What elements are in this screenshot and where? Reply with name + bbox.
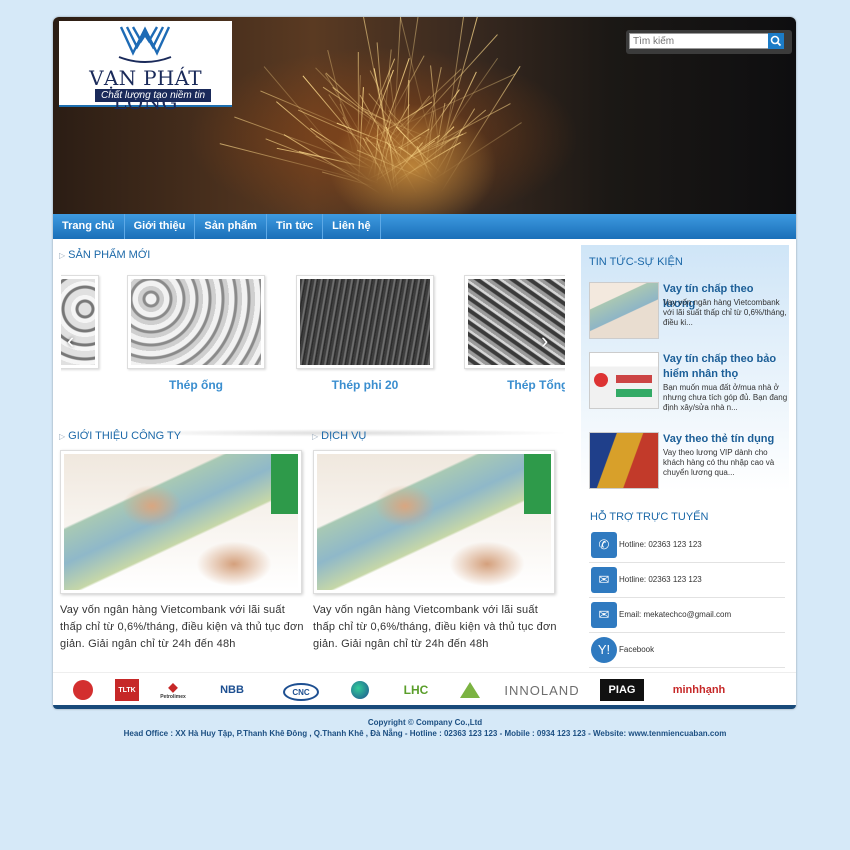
product-image [468,279,565,365]
news-item[interactable]: Vay tín chấp theo lương Vay vốn ngân hàn… [589,282,789,342]
partner-mark-icon [73,680,93,700]
logo[interactable]: VẠN PHÁT LONG Chất lượng tạo niềm tin [59,21,232,114]
partner-logo[interactable] [349,679,371,701]
main-nav: Trang chủ Giới thiệu Sản phẩm Tin tức Li… [53,214,796,239]
partner-logo[interactable]: LHC [393,679,439,701]
product-label[interactable]: ng [61,378,105,392]
news-title[interactable]: Vay tín chấp theo bảo hiểm nhân thọ [663,352,788,382]
product-card[interactable] [61,275,99,369]
phone-icon: ✆ [591,532,617,558]
partner-logo[interactable]: PIAG [600,679,644,701]
partner-logos: TLTK ◆ Petrolimex NBB CNC LHC INNOLAND P… [53,672,796,707]
flame-icon: ◆ [168,680,178,694]
news-thumbnail [589,282,659,339]
product-slider: ng Thép ống Thép phi 20 Thép Tổng Hợ ‹ › [61,272,565,397]
search-icon [770,35,782,47]
partner-logo[interactable]: ◆ Petrolimex [159,679,187,701]
search-input[interactable] [629,33,771,49]
nav-item-news[interactable]: Tin tức [267,214,324,239]
news-title[interactable]: Vay theo thẻ tín dụng [663,432,788,447]
partner-logo[interactable]: TLTK [115,679,139,701]
partner-logo[interactable]: CNC [283,683,319,701]
partner-logo[interactable]: NBB [207,679,257,701]
news-item[interactable]: Vay theo thẻ tín dụng Vay theo lương VIP… [589,432,789,492]
footer-address: Head Office : XX Hà Huy Tập, P.Thanh Khê… [123,729,727,738]
partner-logo[interactable]: INNOLAND [501,679,583,701]
support-item[interactable]: ✆ Hotline: 02363 123 123 [589,529,785,563]
footer: Copyright © Company Co.,Ltd Head Office … [0,717,850,739]
services-image[interactable] [313,450,555,594]
money-photo [64,454,298,590]
footer-copyright: Copyright © Company Co.,Ltd [367,718,483,727]
support-item[interactable]: ✉ Hotline: 02363 123 123 [589,564,785,598]
services-text: Vay vốn ngân hàng Vietcombank với lãi su… [313,604,557,650]
product-image [131,279,261,365]
support-item[interactable]: Y! Facebook [589,634,785,668]
globe-icon [351,681,369,699]
news-item[interactable]: Vay tín chấp theo bảo hiểm nhân thọ Bạn … [589,352,789,422]
chat-icon: ✉ [591,567,617,593]
product-card[interactable] [127,275,265,369]
nav-item-contact[interactable]: Liên hệ [323,214,381,239]
support-heading: HỖ TRỢ TRỰC TUYẾN [590,511,709,523]
news-thumbnail [589,432,659,489]
product-card[interactable] [464,275,565,369]
news-thumbnail [589,352,659,409]
new-products-heading: ▷ SẢN PHẨM MỚI [59,249,151,261]
product-label[interactable]: Thép phi 20 [290,378,440,392]
news-desc: Vay vốn ngân hàng Vietcombank với lãi su… [663,298,787,327]
news-panel: TIN TỨC-SỰ KIỆN Vay tín chấp theo lương … [581,245,789,505]
header-banner: VẠN PHÁT LONG Chất lượng tạo niềm tin [53,17,796,214]
page-container: VẠN PHÁT LONG Chất lượng tạo niềm tin Tr… [53,17,796,709]
nav-item-home[interactable]: Trang chủ [53,214,125,239]
slider-next-icon[interactable]: › [541,328,548,354]
logo-mark-icon [118,26,172,63]
slider-prev-icon[interactable]: ‹ [67,328,74,354]
news-heading: TIN TỨC-SỰ KIỆN [589,256,683,268]
services-heading: ▷ DỊCH VỤ [312,430,367,442]
product-image [300,279,430,365]
intro-text: Vay vốn ngân hàng Vietcombank với lãi su… [60,604,304,650]
product-card[interactable] [296,275,434,369]
intro-image[interactable] [60,450,302,594]
partner-logo[interactable] [71,679,95,701]
news-desc: Bạn muốn mua đất ở/mua nhà ở nhưng chưa … [663,383,788,412]
partner-logo[interactable] [459,679,481,701]
news-desc: Vay theo lương VIP dành cho khách hàng c… [663,448,775,477]
email-icon: ✉ [591,602,617,628]
nav-item-about[interactable]: Giới thiệu [125,214,196,239]
bottom-bar [53,705,796,709]
search-box [626,30,792,54]
yahoo-icon: Y! [591,637,617,663]
intro-heading: ▷ GIỚI THIỆU CÔNG TY [59,430,182,442]
support-item[interactable]: ✉ Email: mekatechco@gmail.com [589,599,785,633]
partner-logo[interactable]: minhhạnh [659,679,739,701]
product-label[interactable]: Thép Tổng Hợ [473,378,565,392]
brand-tagline: Chất lượng tạo niềm tin [95,89,212,102]
product-label[interactable]: Thép ống [121,378,271,392]
search-button[interactable] [768,33,784,49]
nav-item-products[interactable]: Sản phẩm [195,214,267,239]
money-photo [317,454,551,590]
triangle-logo-icon [460,682,480,698]
